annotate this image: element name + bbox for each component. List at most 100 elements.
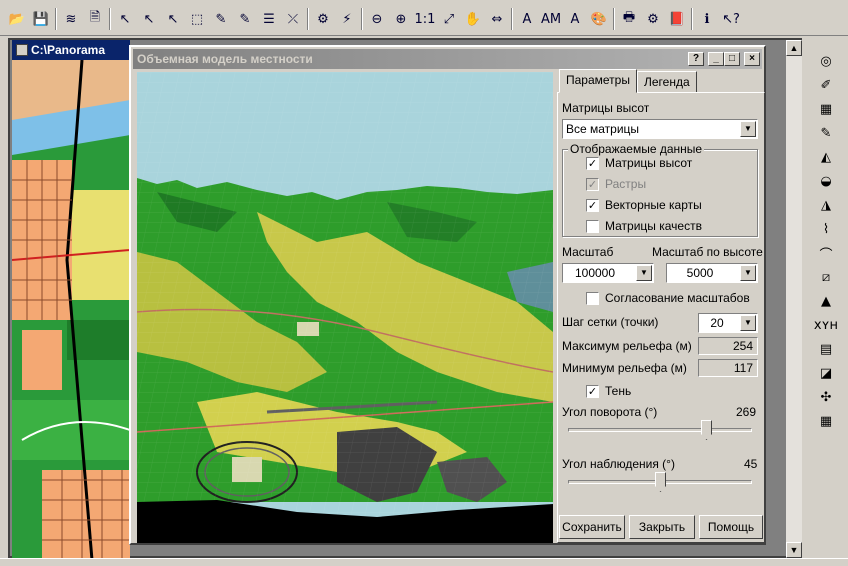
terrain-3d-view[interactable]: [137, 72, 553, 543]
pan-icon[interactable]: ⇔: [486, 8, 508, 30]
text-box-icon[interactable]: A: [564, 8, 586, 30]
select-rect-icon[interactable]: ✎: [210, 8, 232, 30]
layers-icon[interactable]: ≋: [60, 8, 82, 30]
print-icon[interactable]: 🖶: [618, 8, 640, 30]
section-icon[interactable]: ◒: [812, 170, 840, 192]
pen-icon[interactable]: ✎: [812, 122, 840, 144]
globe-icon[interactable]: ◎: [812, 50, 840, 72]
tab-legend[interactable]: Легенда: [637, 71, 697, 93]
dialog-help-button[interactable]: ?: [688, 52, 704, 66]
zoom-out-icon[interactable]: ⊖: [366, 8, 388, 30]
toolbar-separator: [55, 8, 57, 30]
select-point-icon[interactable]: ✎: [234, 8, 256, 30]
surface-icon[interactable]: ◭: [812, 146, 840, 168]
rotation-slider-thumb[interactable]: [701, 420, 712, 440]
height-scale-select[interactable]: 5000 ▼: [666, 263, 758, 283]
map-canvas[interactable]: [12, 60, 130, 558]
checkbox-height-matrices-box[interactable]: ✓: [586, 156, 599, 170]
toolbar-separator: [307, 8, 309, 30]
min-relief-label: Минимум рельефа (м): [562, 361, 687, 375]
xy-table-icon[interactable]: ▤: [812, 338, 840, 360]
checkbox-rasters-box: ✓: [586, 177, 599, 191]
scale-select[interactable]: 100000 ▼: [562, 263, 654, 283]
xyh-icon[interactable]: xʏн: [812, 314, 840, 336]
select-add-icon[interactable]: ↖: [138, 8, 160, 30]
checkbox-quality-matrices[interactable]: Матрицы качеств: [586, 219, 702, 233]
checkbox-height-matrices-label: Матрицы высот: [605, 156, 693, 170]
map-window-title[interactable]: C:\Panorama: [12, 40, 130, 60]
chevron-down-icon[interactable]: ▼: [740, 315, 756, 331]
dialog-close-button[interactable]: ×: [744, 52, 760, 66]
lightning-icon[interactable]: ⚡: [336, 8, 358, 30]
select-icon[interactable]: ↖: [114, 8, 136, 30]
help-pointer-icon[interactable]: ↖?: [720, 8, 742, 30]
text-a-icon[interactable]: A: [516, 8, 538, 30]
network-icon[interactable]: ✣: [812, 386, 840, 408]
help-button[interactable]: Помощь: [699, 515, 763, 539]
chevron-down-icon[interactable]: ▼: [636, 265, 652, 281]
rotation-slider-track[interactable]: [568, 428, 752, 432]
chevron-down-icon[interactable]: ▼: [740, 121, 756, 137]
max-relief-label: Максимум рельефа (м): [562, 339, 692, 353]
checkbox-height-matrices[interactable]: ✓ Матрицы высот: [586, 156, 692, 170]
diagonal-icon[interactable]: ⧄: [812, 266, 840, 288]
mdi-vertical-scrollbar[interactable]: ▲ ▼: [786, 40, 802, 558]
chevron-down-icon[interactable]: ▼: [740, 265, 756, 281]
select-clear-icon[interactable]: ⤫: [282, 8, 304, 30]
palette-icon[interactable]: 🎨: [588, 8, 610, 30]
save-button[interactable]: Сохранить: [559, 515, 625, 539]
matrices-select[interactable]: Все матрицы ▼: [562, 119, 758, 139]
terrain-icon[interactable]: ▲: [812, 290, 840, 312]
navigator-icon[interactable]: ⚙: [312, 8, 334, 30]
checkbox-shadow-box[interactable]: ✓: [586, 384, 599, 398]
checkbox-match-scales-box[interactable]: [586, 291, 599, 305]
scale-select-value: 100000: [574, 266, 616, 280]
document-icon[interactable]: 🗎: [84, 8, 106, 30]
select-box-icon[interactable]: ⬚: [186, 8, 208, 30]
checkbox-vector-maps-label: Векторные карты: [605, 198, 702, 212]
table-icon[interactable]: ▦: [812, 410, 840, 432]
grid-icon[interactable]: ▦: [812, 98, 840, 120]
fit-icon[interactable]: ⤢: [438, 8, 460, 30]
zoom-1to1-icon[interactable]: 1:1: [414, 8, 436, 30]
checkbox-match-scales-label: Согласование масштабов: [605, 291, 750, 305]
open-icon[interactable]: 📂: [6, 8, 28, 30]
save-icon[interactable]: 💾: [30, 8, 52, 30]
book-icon[interactable]: 📕: [666, 8, 688, 30]
dialog-minimize-button[interactable]: _: [708, 52, 724, 66]
hand-icon[interactable]: ✋: [462, 8, 484, 30]
view-angle-slider-thumb[interactable]: [655, 472, 666, 492]
layers-view-icon[interactable]: ◪: [812, 362, 840, 384]
grid-step-select[interactable]: 20 ▼: [698, 313, 758, 333]
arc-icon[interactable]: ⌒: [812, 242, 840, 264]
settings-icon[interactable]: ⚙: [642, 8, 664, 30]
display-data-group-label: Отображаемые данные: [568, 142, 705, 156]
vertical-toolbar: ◎ ✐ ▦ ✎ ◭ ◒ ◮ ⌇ ⌒ ⧄ ▲ xʏн ▤ ◪ ✣ ▦: [804, 38, 848, 558]
checkbox-quality-matrices-box[interactable]: [586, 219, 599, 233]
list-icon[interactable]: ☰: [258, 8, 280, 30]
map-window[interactable]: C:\Panorama: [12, 40, 130, 558]
select-remove-icon[interactable]: ↖: [162, 8, 184, 30]
checkbox-shadow[interactable]: ✓ Тень: [586, 384, 631, 398]
profile-icon[interactable]: ⌇: [812, 218, 840, 240]
max-relief-value: 254: [698, 337, 758, 355]
min-relief-value: 117: [698, 359, 758, 377]
grid-step-select-value: 20: [710, 316, 724, 330]
brush-icon[interactable]: ✐: [812, 74, 840, 96]
dialog-maximize-button[interactable]: □: [724, 52, 740, 66]
zoom-in-icon[interactable]: ⊕: [390, 8, 412, 30]
checkbox-shadow-label: Тень: [605, 384, 632, 398]
scroll-up-button[interactable]: ▲: [786, 40, 802, 56]
tab-parameters[interactable]: Параметры: [559, 69, 637, 93]
scroll-down-button[interactable]: ▼: [786, 542, 802, 558]
checkbox-vector-maps-box[interactable]: ✓: [586, 198, 599, 212]
toolbar-separator: [109, 8, 111, 30]
relief-icon[interactable]: ◮: [812, 194, 840, 216]
dialog-title-bar[interactable]: Объемная модель местности ? _ □ ×: [133, 49, 762, 69]
text-am-icon[interactable]: AM: [540, 8, 562, 30]
checkbox-match-scales[interactable]: Согласование масштабов: [586, 291, 750, 305]
info-icon[interactable]: ℹ: [696, 8, 718, 30]
close-button[interactable]: Закрыть: [629, 515, 695, 539]
checkbox-vector-maps[interactable]: ✓ Векторные карты: [586, 198, 702, 212]
toolbar-separator: [691, 8, 693, 30]
